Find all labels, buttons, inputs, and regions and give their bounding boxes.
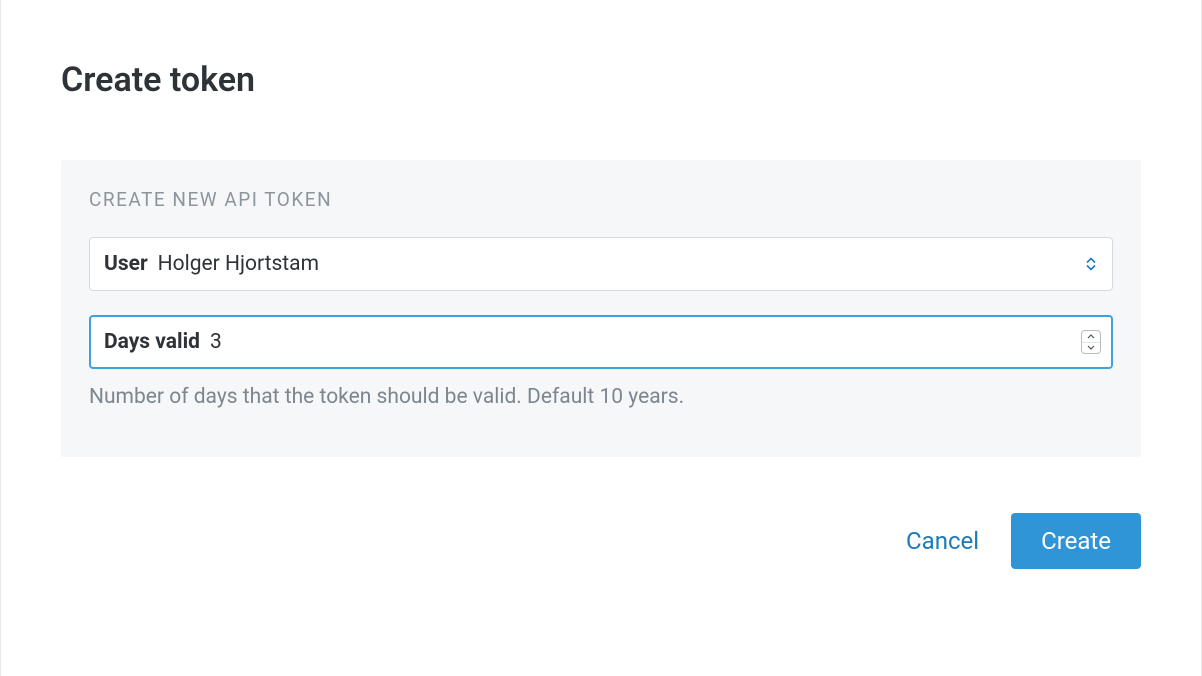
number-spinner[interactable] (1081, 330, 1101, 354)
days-valid-field[interactable]: Days valid (89, 315, 1113, 369)
page-title: Create token (61, 60, 1141, 100)
dialog-actions: Cancel Create (61, 513, 1141, 569)
user-value: Holger Hjortstam (158, 252, 1072, 276)
panel-title: CREATE NEW API TOKEN (89, 188, 1113, 211)
create-button[interactable]: Create (1011, 513, 1141, 569)
user-label: User (104, 252, 148, 276)
spinner-up-icon[interactable] (1082, 331, 1100, 343)
create-token-panel: CREATE NEW API TOKEN User Holger Hjortst… (61, 160, 1141, 457)
days-valid-label: Days valid (104, 330, 200, 354)
cancel-button[interactable]: Cancel (898, 515, 987, 567)
days-valid-help: Number of days that the token should be … (89, 385, 1113, 409)
spinner-down-icon[interactable] (1082, 343, 1100, 354)
chevron-up-down-icon (1086, 258, 1096, 271)
user-select[interactable]: User Holger Hjortstam (89, 237, 1113, 291)
dialog-container: Create token CREATE NEW API TOKEN User H… (0, 0, 1202, 676)
days-valid-input[interactable] (210, 330, 1072, 354)
